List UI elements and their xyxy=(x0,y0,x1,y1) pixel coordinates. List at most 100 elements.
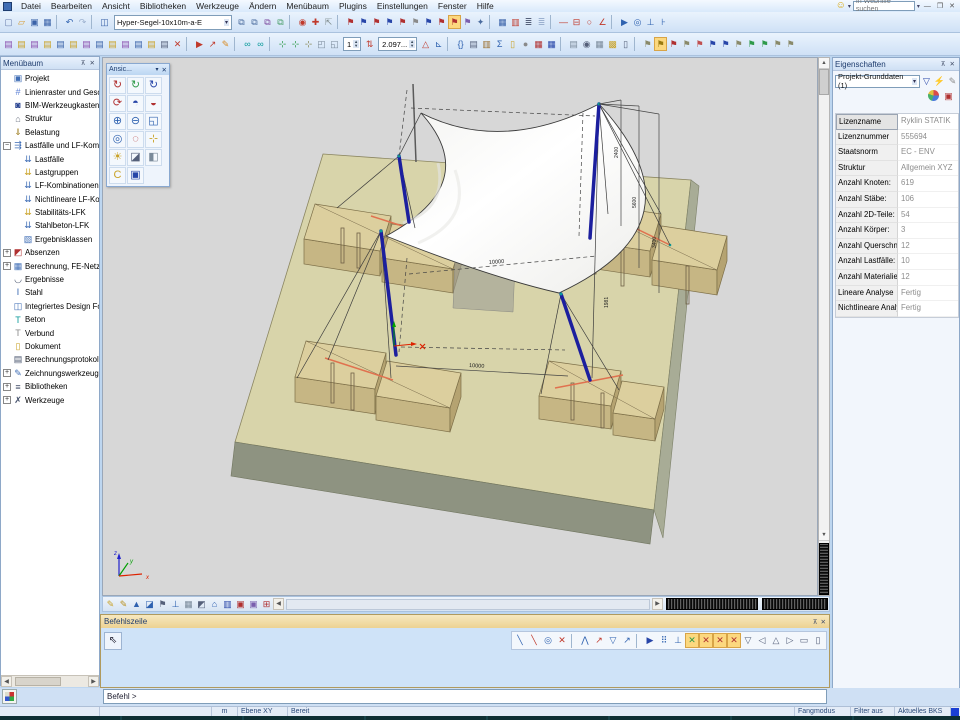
redo-icon[interactable]: ↷ xyxy=(76,15,89,29)
tree-item-zeichnungswerkzeuge[interactable]: +✎Zeichnungswerkzeuge xyxy=(1,367,99,380)
horizontal-rotate-roller-2[interactable] xyxy=(762,598,828,610)
horizontal-rotate-roller-1[interactable] xyxy=(666,598,758,610)
edit-pencil-icon[interactable]: ✎ xyxy=(946,74,959,88)
rotate-x-icon[interactable]: ↻ xyxy=(109,77,126,94)
viewport-vscrollbar[interactable]: ▲ ▼ xyxy=(818,57,830,596)
flag-11-icon[interactable]: ⚑ xyxy=(771,37,784,51)
diagram-icon[interactable]: ▥ xyxy=(509,15,522,29)
doc-yellow-icon[interactable]: ▩ xyxy=(606,37,619,51)
render-solid-icon[interactable]: ▣ xyxy=(127,167,144,184)
screenshot-icon[interactable]: ▣ xyxy=(942,90,955,103)
supports-display-icon[interactable]: ⊥ xyxy=(169,597,182,611)
quick-filter-icon[interactable]: ⚡ xyxy=(933,74,946,88)
property-value[interactable]: 12 xyxy=(898,270,958,286)
sketch-icon[interactable]: ✎ xyxy=(219,37,232,51)
axes-2-icon[interactable]: ⊹ xyxy=(289,37,302,51)
minimize-button[interactable]: — xyxy=(922,3,933,10)
tree-item-belastung[interactable]: ⇓Belastung xyxy=(1,126,99,139)
pan-left-icon[interactable]: ◀ xyxy=(273,598,284,610)
list-2-icon[interactable]: ≣ xyxy=(535,15,548,29)
image-view-icon[interactable]: ▣ xyxy=(234,597,247,611)
plane-xz-icon[interactable]: ◁ xyxy=(755,633,769,648)
divide-icon[interactable]: ▤ xyxy=(106,37,119,51)
draw-line-icon[interactable]: — xyxy=(557,15,570,29)
render-mode-icon[interactable]: ▲ xyxy=(130,597,143,611)
save-icon[interactable]: ▣ xyxy=(28,15,41,29)
draw-dimension-icon[interactable]: ⊟ xyxy=(570,15,583,29)
scroll-down-icon[interactable]: ▼ xyxy=(819,530,829,541)
command-log-icon[interactable]: ▯ xyxy=(811,633,825,648)
lock-x-icon[interactable]: ✕ xyxy=(685,633,699,648)
search-dropdown-icon[interactable]: ▾ xyxy=(917,3,920,10)
snapshot-icon[interactable]: ◉ xyxy=(580,37,593,51)
tree-item-ergebnisklassen[interactable]: ▧Ergebnisklassen xyxy=(1,233,99,246)
zoom-previous-icon[interactable]: ◌ xyxy=(127,131,144,148)
view-top-icon[interactable]: ◓ xyxy=(127,95,144,112)
pin-icon[interactable]: ⊼ xyxy=(939,60,948,68)
paste-special-1-icon[interactable]: ⧉ xyxy=(235,15,248,29)
view-glasses-2-icon[interactable]: ∞ xyxy=(254,37,267,51)
flag-2-icon[interactable]: ⚑ xyxy=(654,37,667,51)
tree-item-lastf-lle-und-lf-kombinatio[interactable]: −⇶Lastfälle und LF-Kombinatio xyxy=(1,139,99,152)
menu-bibliotheken[interactable]: Bibliotheken xyxy=(135,1,191,11)
expand-icon[interactable]: + xyxy=(3,369,11,377)
vertical-rotate-roller[interactable] xyxy=(819,543,829,595)
flag-4-icon[interactable]: ⚑ xyxy=(680,37,693,51)
view-glasses-1-icon[interactable]: ∞ xyxy=(241,37,254,51)
doc-plain-icon[interactable]: ▯ xyxy=(619,37,632,51)
merge-icon[interactable]: ▤ xyxy=(119,37,132,51)
ortho-mode-icon[interactable]: ⊥ xyxy=(671,633,685,648)
scroll-thumb[interactable] xyxy=(15,677,61,686)
menu-ansicht[interactable]: Ansicht xyxy=(97,1,135,11)
zoom-in-icon[interactable]: ⊕ xyxy=(109,113,126,130)
plane-xy-icon[interactable]: ▽ xyxy=(741,633,755,648)
menu-einstellungen[interactable]: Einstellungen xyxy=(372,1,433,11)
modify-tool-icon[interactable]: ✚ xyxy=(309,15,322,29)
property-value[interactable]: Allgemein XYZ xyxy=(898,161,958,177)
close-panel-icon[interactable]: ✕ xyxy=(88,59,97,67)
mesh-display-icon[interactable]: ▦ xyxy=(182,597,195,611)
delete-icon[interactable]: ✕ xyxy=(171,37,184,51)
bookmark-5-icon[interactable]: ⚑ xyxy=(396,15,409,29)
tree-item-beton[interactable]: TBeton xyxy=(1,313,99,326)
new-file-icon[interactable]: ▢ xyxy=(2,15,15,29)
tree-item-berechnungsprotokoll[interactable]: ▤Berechnungsprotokoll xyxy=(1,353,99,366)
menu-hilfe[interactable]: Hilfe xyxy=(472,1,499,11)
property-value[interactable]: EC - ENV xyxy=(898,145,958,161)
zoom-out-icon[interactable]: ⊖ xyxy=(127,113,144,130)
lock-z-icon[interactable]: ✕ xyxy=(713,633,727,648)
bookmark-8-icon[interactable]: ⚑ xyxy=(435,15,448,29)
close-panel-icon[interactable]: ✕ xyxy=(948,60,957,68)
webhelp-search-input[interactable]: In Webhilfe suchen xyxy=(853,1,915,11)
tree-item-integriertes-design-forms[interactable]: ◫Integriertes Design Forms xyxy=(1,300,99,313)
lock-y-icon[interactable]: ✕ xyxy=(699,633,713,648)
tree-item-bim-werkzeugkasten[interactable]: ◙BIM-Werkzeugkasten xyxy=(1,99,99,112)
color-swatch-button[interactable] xyxy=(2,689,17,704)
viewport-3d[interactable]: 10000 10000 2400 5600 3400 1981 z y x xyxy=(102,57,818,596)
snap-midpoint-icon[interactable]: ▽ xyxy=(606,633,620,648)
properties-selector[interactable]: Projekt-Grunddaten (1) ▾ xyxy=(835,75,920,88)
perspective-icon[interactable]: ◪ xyxy=(127,149,144,166)
light-icon[interactable]: ☀ xyxy=(109,149,126,166)
bookmark-6-icon[interactable]: ⚑ xyxy=(409,15,422,29)
list-1-icon[interactable]: ≣ xyxy=(522,15,535,29)
snap-off-icon[interactable]: ✕ xyxy=(555,633,569,648)
snap-line-icon[interactable]: ╲ xyxy=(513,633,527,648)
grid-display-icon[interactable]: ⊞ xyxy=(260,597,273,611)
render-wire-icon[interactable]: C xyxy=(109,167,126,184)
plane-custom-icon[interactable]: ▷ xyxy=(783,633,797,648)
viewport-hscrollbar[interactable] xyxy=(286,599,650,610)
snap-circle-icon[interactable]: ◎ xyxy=(541,633,555,648)
bookmark-2-icon[interactable]: ⚑ xyxy=(357,15,370,29)
pan-right-icon[interactable]: ▶ xyxy=(652,598,663,610)
offset-icon[interactable]: ▤ xyxy=(132,37,145,51)
grid-snap-icon[interactable]: ⠿ xyxy=(657,633,671,648)
image-view-2-icon[interactable]: ▣ xyxy=(247,597,260,611)
flag-12-icon[interactable]: ⚑ xyxy=(784,37,797,51)
display-filter-icon[interactable]: ▽ xyxy=(920,74,933,88)
tree-item-struktur[interactable]: ⌂Struktur xyxy=(1,112,99,125)
help-smiley-icon[interactable]: ☺ xyxy=(836,1,846,11)
tree-item-verbund[interactable]: TVerbund xyxy=(1,326,99,339)
scroll-left-icon[interactable]: ◀ xyxy=(1,676,12,687)
calculator-icon[interactable]: ▦ xyxy=(593,37,606,51)
